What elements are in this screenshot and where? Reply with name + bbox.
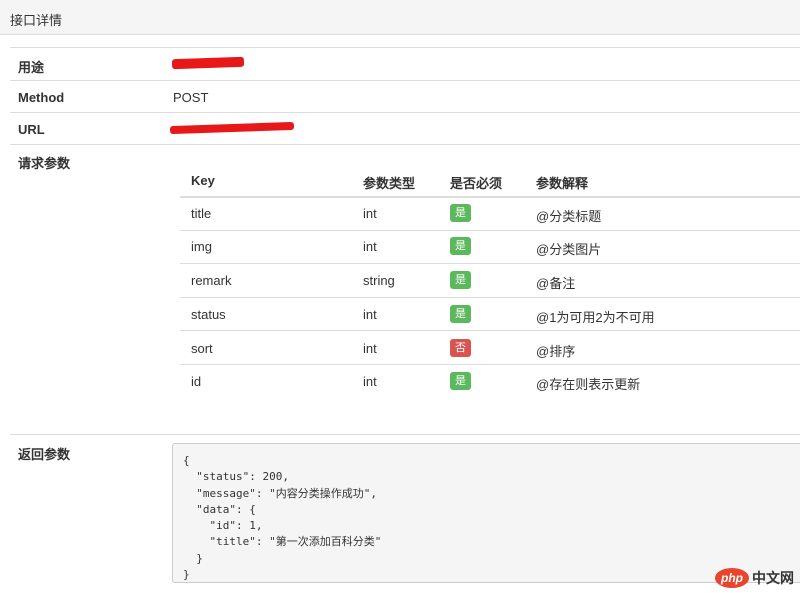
param-type: int — [363, 341, 377, 356]
param-type: int — [363, 374, 377, 389]
param-type: int — [363, 307, 377, 322]
required-badge: 是 — [450, 305, 471, 323]
param-key: status — [191, 307, 226, 322]
optional-badge: 否 — [450, 339, 471, 357]
row-divider — [10, 47, 800, 48]
param-type: string — [363, 273, 395, 288]
usage-label: 用途 — [18, 60, 45, 75]
required-badge: 是 — [450, 372, 471, 390]
header-key: Key — [191, 173, 215, 188]
header-type: 参数类型 — [363, 176, 416, 191]
table-header-divider — [180, 196, 800, 198]
panel-header: 接口详情 — [0, 0, 800, 35]
param-description: @存在则表示更新 — [536, 377, 641, 392]
response-params-label: 返回参数 — [18, 447, 71, 462]
row-divider — [10, 112, 800, 113]
required-badge: 是 — [450, 204, 471, 222]
method-label: Method — [18, 90, 65, 105]
param-description: @分类标题 — [536, 209, 602, 224]
method-value: POST — [173, 90, 209, 105]
required-badge: 是 — [450, 237, 471, 255]
param-type: int — [363, 239, 377, 254]
param-description: @备注 — [536, 276, 576, 291]
redacted-url-value — [169, 121, 295, 135]
param-key: title — [191, 206, 212, 221]
panel-title: 接口详情 — [10, 13, 63, 28]
table-row-divider — [180, 364, 800, 365]
row-divider — [10, 80, 800, 81]
table-row-divider — [180, 263, 800, 264]
table-row-divider — [180, 330, 800, 331]
param-key: id — [191, 374, 202, 389]
param-description: @分类图片 — [536, 242, 602, 257]
redacted-usage-value — [171, 56, 245, 70]
header-description: 参数解释 — [536, 176, 589, 191]
header-required: 是否必须 — [450, 176, 503, 191]
param-key: remark — [191, 273, 232, 288]
param-description: @1为可用2为不可用 — [536, 310, 655, 325]
row-divider — [10, 434, 800, 435]
param-type: int — [363, 206, 377, 221]
php-logo-icon: php — [715, 568, 749, 588]
row-divider — [10, 144, 800, 145]
param-key: img — [191, 239, 212, 254]
param-description: @排序 — [536, 344, 576, 359]
site-watermark: php 中文网 — [715, 567, 794, 589]
table-row-divider — [180, 230, 800, 231]
required-badge: 是 — [450, 271, 471, 289]
response-code-block: { "status": 200, "message": "内容分类操作成功", … — [172, 443, 800, 583]
table-row-divider — [180, 297, 800, 298]
param-key: sort — [191, 341, 213, 356]
url-label: URL — [18, 122, 45, 137]
request-params-label: 请求参数 — [18, 156, 71, 171]
watermark-text: 中文网 — [752, 570, 794, 586]
